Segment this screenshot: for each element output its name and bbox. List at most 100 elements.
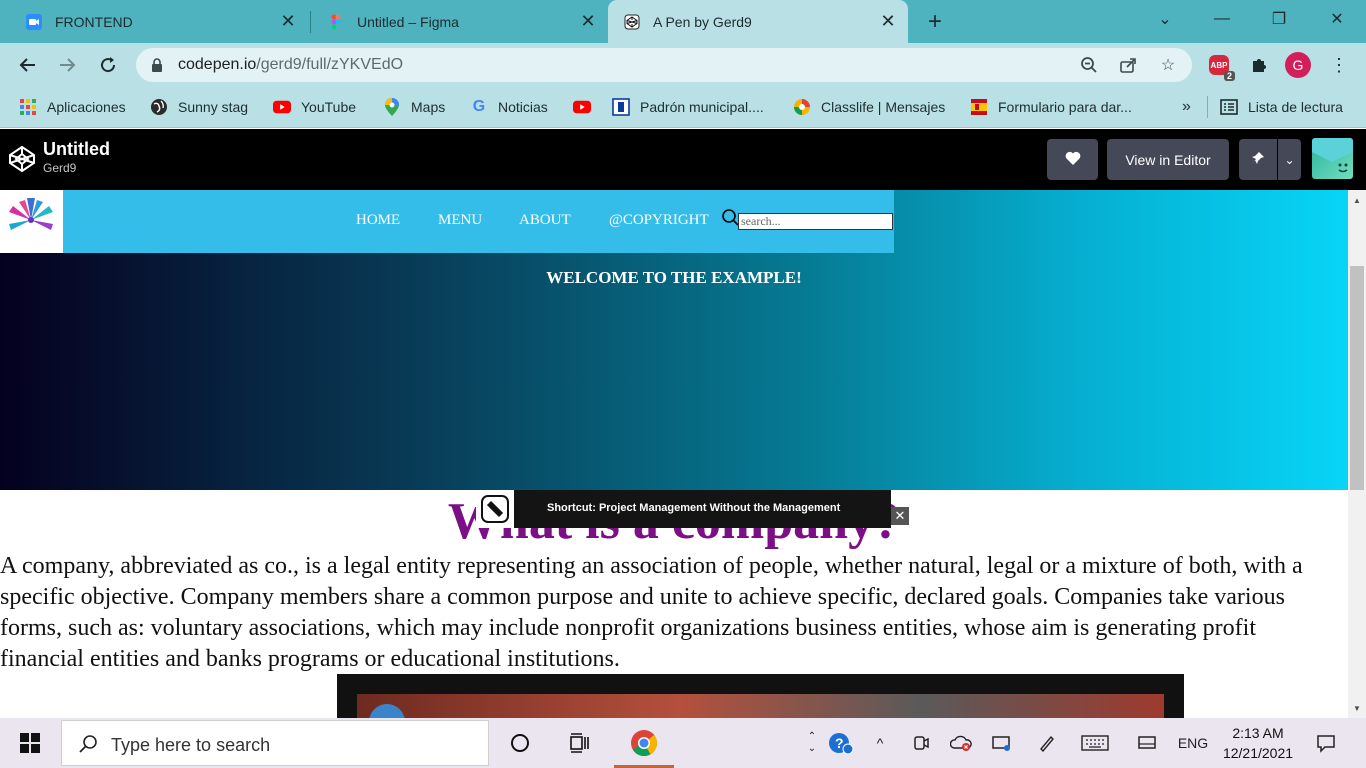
language-indicator[interactable]: ENG bbox=[1174, 731, 1212, 755]
nav-menu-link[interactable]: MENU bbox=[438, 212, 482, 229]
close-icon[interactable]: ✕ bbox=[276, 10, 300, 34]
bookmark-youtube[interactable]: YouTube bbox=[273, 96, 356, 118]
google-icon: G bbox=[472, 98, 486, 115]
zoom-icon bbox=[26, 13, 42, 30]
profile-avatar[interactable]: G bbox=[1285, 52, 1311, 78]
bookmark-maps[interactable]: Maps bbox=[383, 96, 445, 118]
task-view-icon[interactable] bbox=[565, 728, 595, 758]
lock-icon bbox=[152, 58, 162, 72]
bookmark-classlife[interactable]: Classlife | Mensajes bbox=[793, 96, 945, 118]
new-tab-button[interactable]: + bbox=[920, 7, 950, 37]
touch-keyboard-icon[interactable] bbox=[1080, 731, 1110, 755]
site-navbar: HOME MENU ABOUT @COPYRIGHT bbox=[0, 190, 894, 253]
scroll-thumb[interactable] bbox=[1350, 266, 1364, 490]
back-icon[interactable] bbox=[13, 50, 43, 80]
codepen-user-avatar[interactable] bbox=[1312, 138, 1353, 179]
pen-workspace-icon[interactable] bbox=[1034, 731, 1060, 755]
reading-list-button[interactable]: Lista de lectura bbox=[1220, 96, 1343, 118]
network-icon[interactable] bbox=[1134, 731, 1160, 755]
taskbar-search-placeholder: Type here to search bbox=[111, 735, 271, 755]
cortana-icon[interactable] bbox=[505, 728, 535, 758]
view-in-editor-button[interactable]: View in Editor bbox=[1107, 139, 1229, 180]
pen-author[interactable]: Gerd9 bbox=[43, 161, 76, 175]
restore-icon[interactable]: ❐ bbox=[1256, 0, 1302, 38]
nav-home-link[interactable]: HOME bbox=[356, 212, 400, 229]
forward-icon[interactable] bbox=[52, 50, 82, 80]
apps-grid-icon bbox=[19, 98, 37, 116]
page-scrollbar[interactable]: ▲ ▼ bbox=[1348, 190, 1366, 718]
address-bar[interactable]: codepen.io/gerd9/full/zYKVEdO ☆ bbox=[136, 48, 1192, 82]
bookmark-apps[interactable]: Aplicaciones bbox=[19, 96, 126, 118]
bookmark-padron[interactable]: Padrón municipal.... bbox=[612, 96, 764, 118]
tab-figma[interactable]: Untitled – Figma ✕ bbox=[302, 0, 608, 43]
codepen-logo-icon[interactable] bbox=[8, 145, 36, 173]
tray-overflow-arrows[interactable]: ⌃ ⌄ bbox=[804, 731, 820, 755]
svg-text:?: ? bbox=[835, 735, 844, 751]
share-icon[interactable] bbox=[1119, 56, 1137, 74]
extensions-puzzle-icon[interactable] bbox=[1246, 52, 1272, 78]
close-window-icon[interactable]: ✕ bbox=[1314, 0, 1360, 38]
pen-title: Untitled bbox=[43, 139, 110, 159]
site-logo-icon[interactable] bbox=[0, 190, 63, 253]
scroll-down-icon[interactable]: ▼ bbox=[1348, 700, 1366, 716]
adblock-badge: 2 bbox=[1223, 71, 1235, 81]
tab-title: FRONTEND bbox=[55, 13, 133, 30]
menu-kebab-icon[interactable]: ⋮ bbox=[1326, 52, 1352, 78]
browser-toolbar: codepen.io/gerd9/full/zYKVEdO ☆ ABP 2 G ⋮ bbox=[0, 43, 1366, 88]
bookmark-star-icon[interactable]: ☆ bbox=[1159, 56, 1177, 74]
madrid-icon bbox=[612, 98, 630, 116]
scroll-up-icon[interactable]: ▲ bbox=[1348, 192, 1366, 208]
zoom-magnifier-icon[interactable] bbox=[1080, 56, 1098, 74]
bookmarks-bar: Aplicaciones Sunny stag YouTube Maps G N… bbox=[0, 88, 1366, 128]
chrome-taskbar-icon[interactable] bbox=[629, 728, 659, 758]
youtube-icon bbox=[573, 98, 591, 116]
taskbar-clock[interactable]: 2:13 AM 12/21/2021 bbox=[1216, 723, 1300, 763]
tab-codepen[interactable]: A Pen by Gerd9 ✕ bbox=[608, 0, 908, 43]
bookmark-formulario[interactable]: Formulario para dar... bbox=[970, 96, 1132, 118]
notifications-icon[interactable] bbox=[1312, 731, 1340, 755]
bookmark-youtube-2[interactable] bbox=[573, 96, 601, 118]
minimize-icon[interactable]: — bbox=[1199, 0, 1245, 38]
bookmarks-overflow-button[interactable]: » bbox=[1182, 96, 1191, 118]
spain-crest-icon bbox=[970, 98, 988, 116]
article-paragraph: A company, abbreviated as co., is a lega… bbox=[0, 553, 1303, 672]
tab-frontend[interactable]: FRONTEND ✕ bbox=[0, 0, 308, 43]
video-thumbnail bbox=[357, 694, 1164, 718]
display-settings-icon[interactable] bbox=[988, 731, 1014, 755]
video-banner-text: Shortcut: Project Management Without the… bbox=[547, 502, 841, 514]
maps-pin-icon bbox=[383, 98, 401, 116]
meet-now-icon[interactable] bbox=[908, 731, 934, 755]
windows-start-button[interactable] bbox=[0, 718, 60, 768]
help-badge-icon[interactable]: ? bbox=[826, 731, 856, 755]
bookmark-noticias[interactable]: G Noticias bbox=[470, 96, 548, 118]
bookmark-sunny-stag[interactable]: Sunny stag bbox=[150, 96, 248, 118]
hero-banner: HOME MENU ABOUT @COPYRIGHT WELCOME TO TH… bbox=[0, 190, 1348, 490]
heart-button[interactable] bbox=[1047, 139, 1098, 180]
show-hidden-icons-icon[interactable]: ^ bbox=[868, 731, 892, 755]
close-icon[interactable]: ✕ bbox=[891, 507, 909, 525]
heart-icon bbox=[1065, 151, 1081, 168]
reload-icon[interactable] bbox=[93, 50, 123, 80]
hero-title: WELCOME TO THE EXAMPLE! bbox=[546, 268, 802, 287]
close-icon[interactable]: ✕ bbox=[576, 10, 600, 34]
figma-icon bbox=[328, 14, 344, 30]
shortcut-logo-icon bbox=[476, 490, 514, 528]
chevron-down-icon[interactable]: ⌄ bbox=[1278, 139, 1301, 180]
embedded-video[interactable] bbox=[337, 674, 1184, 718]
video-ad-banner[interactable]: Shortcut: Project Management Without the… bbox=[476, 490, 891, 528]
adblock-extension-icon[interactable]: ABP 2 bbox=[1206, 52, 1235, 81]
address-url: codepen.io/gerd9/full/zYKVEdO bbox=[178, 56, 404, 73]
youtube-icon bbox=[273, 98, 291, 116]
tab-search-icon[interactable]: ⌄ bbox=[1142, 0, 1188, 38]
bookmarks-separator bbox=[1207, 96, 1208, 118]
taskbar-search-box[interactable]: Type here to search bbox=[61, 720, 489, 766]
nav-about-link[interactable]: ABOUT bbox=[519, 212, 571, 229]
windows-logo-icon bbox=[20, 733, 40, 753]
onedrive-error-icon[interactable] bbox=[948, 731, 974, 755]
nav-copyright-link[interactable]: @COPYRIGHT bbox=[609, 212, 709, 229]
clock-date: 12/21/2021 bbox=[1222, 745, 1294, 761]
close-icon[interactable]: ✕ bbox=[876, 10, 900, 34]
site-search-input[interactable] bbox=[738, 213, 893, 230]
pin-button[interactable] bbox=[1239, 139, 1277, 180]
windows-taskbar: Type here to search ⌃ ⌄ ? ^ ENG 2:13 AM 1… bbox=[0, 718, 1366, 768]
